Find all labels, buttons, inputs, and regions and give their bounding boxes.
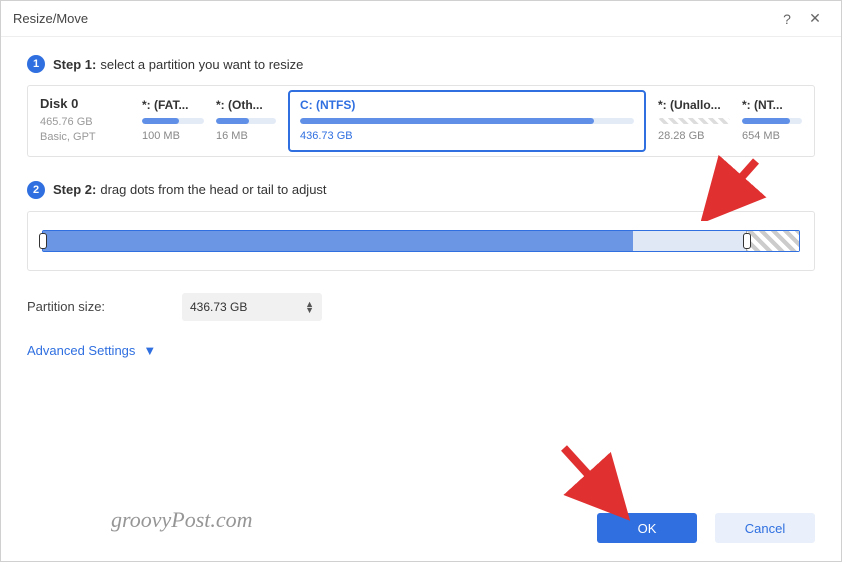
partition-unallocated[interactable]: *: (Unallo... 28.28 GB (658, 96, 730, 146)
watermark: groovyPost.com (111, 507, 253, 533)
dialog-footer: OK Cancel (597, 513, 815, 543)
slider-handle-left[interactable] (39, 233, 47, 249)
chevron-down-icon: ▼ (143, 343, 156, 358)
slider-free (633, 231, 746, 251)
step1-badge: 1 (27, 55, 45, 73)
resize-move-dialog: Resize/Move ? ✕ 1 Step 1: select a parti… (0, 0, 842, 562)
partition-other[interactable]: *: (Oth... 16 MB (216, 96, 276, 146)
step1-heading: 1 Step 1: select a partition you want to… (27, 55, 815, 73)
disk-info: Disk 0 465.76 GB Basic, GPT (40, 96, 130, 146)
slider-used (43, 231, 633, 251)
advanced-settings-toggle[interactable]: Advanced Settings ▼ (27, 343, 815, 358)
partition-fat[interactable]: *: (FAT... 100 MB (142, 96, 204, 146)
annotation-arrow-2 (549, 433, 639, 523)
disk-panel: Disk 0 465.76 GB Basic, GPT *: (FAT... 1… (27, 85, 815, 157)
slider-handle-right[interactable] (743, 233, 751, 249)
slider-unallocated (746, 231, 799, 251)
close-icon[interactable]: ✕ (801, 10, 829, 27)
ok-button[interactable]: OK (597, 513, 697, 543)
partition-nt[interactable]: *: (NT... 654 MB (742, 96, 802, 146)
partition-size-input[interactable]: 436.73 GB ▲▼ (182, 293, 322, 321)
step2-heading: 2 Step 2: drag dots from the head or tai… (27, 181, 815, 199)
step2-badge: 2 (27, 181, 45, 199)
slider-panel (27, 211, 815, 271)
resize-slider[interactable] (42, 230, 800, 252)
window-title: Resize/Move (13, 11, 773, 26)
stepper-arrows-icon[interactable]: ▲▼ (305, 299, 314, 315)
help-icon[interactable]: ? (773, 11, 801, 27)
partition-c-ntfs[interactable]: C: (NTFS) 436.73 GB (288, 90, 646, 152)
cancel-button[interactable]: Cancel (715, 513, 815, 543)
partition-size-row: Partition size: 436.73 GB ▲▼ (27, 293, 815, 321)
titlebar: Resize/Move ? ✕ (1, 1, 841, 37)
